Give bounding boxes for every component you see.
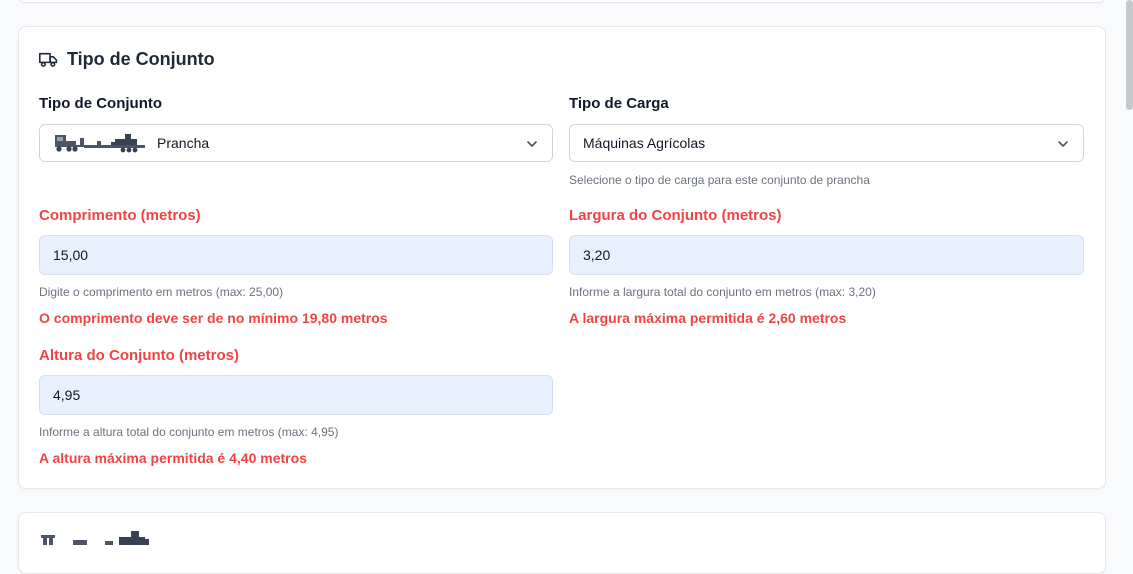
comprimento-label: Comprimento (metros): [39, 207, 201, 224]
chevron-down-icon: [1058, 141, 1068, 147]
altura-error: A altura máxima permitida é 4,40 metros: [39, 450, 307, 466]
next-section-card: [18, 512, 1106, 574]
tipo-carga-value: Máquinas Agrícolas: [583, 135, 706, 151]
truck-lowboy-icon: [55, 134, 145, 153]
tipo-conjunto-label: Tipo de Conjunto: [39, 95, 163, 112]
largura-error: A largura máxima permitida é 2,60 metros: [569, 310, 847, 326]
largura-input[interactable]: 3,20: [569, 235, 1084, 275]
largura-help: Informe a largura total do conjunto em m…: [569, 285, 876, 299]
comprimento-error: O comprimento deve ser de no mínimo 19,8…: [39, 310, 388, 326]
tipo-carga-label: Tipo de Carga: [569, 95, 669, 112]
section-title: Tipo de Conjunto: [67, 49, 215, 69]
altura-label: Altura do Conjunto (metros): [39, 347, 239, 364]
section-header: Tipo de Conjunto: [39, 49, 215, 70]
tipo-conjunto-value: Prancha: [157, 135, 210, 151]
truck-icon: [39, 52, 58, 67]
tipo-carga-select[interactable]: Máquinas Agrícolas: [569, 124, 1084, 162]
truck-lowboy-icon: [41, 531, 149, 545]
largura-label: Largura do Conjunto (metros): [569, 207, 782, 224]
comprimento-help: Digite o comprimento em metros (max: 25,…: [39, 285, 284, 299]
comprimento-value: 15,00: [53, 247, 89, 263]
altura-input[interactable]: 4,95: [39, 375, 553, 415]
largura-value: 3,20: [583, 247, 611, 263]
tipo-conjunto-card: Tipo de Conjunto Tipo de Conjunto Pranch…: [18, 26, 1106, 489]
tipo-conjunto-select[interactable]: Prancha: [39, 124, 553, 162]
scrollbar-thumb[interactable]: [1126, 0, 1133, 110]
tipo-carga-help: Selecione o tipo de carga para este conj…: [569, 173, 870, 187]
previous-section-card: [18, 0, 1106, 3]
altura-help: Informe a altura total do conjunto em me…: [39, 425, 339, 439]
comprimento-input[interactable]: 15,00: [39, 235, 553, 275]
altura-value: 4,95: [53, 387, 81, 403]
chevron-down-icon: [527, 141, 537, 147]
